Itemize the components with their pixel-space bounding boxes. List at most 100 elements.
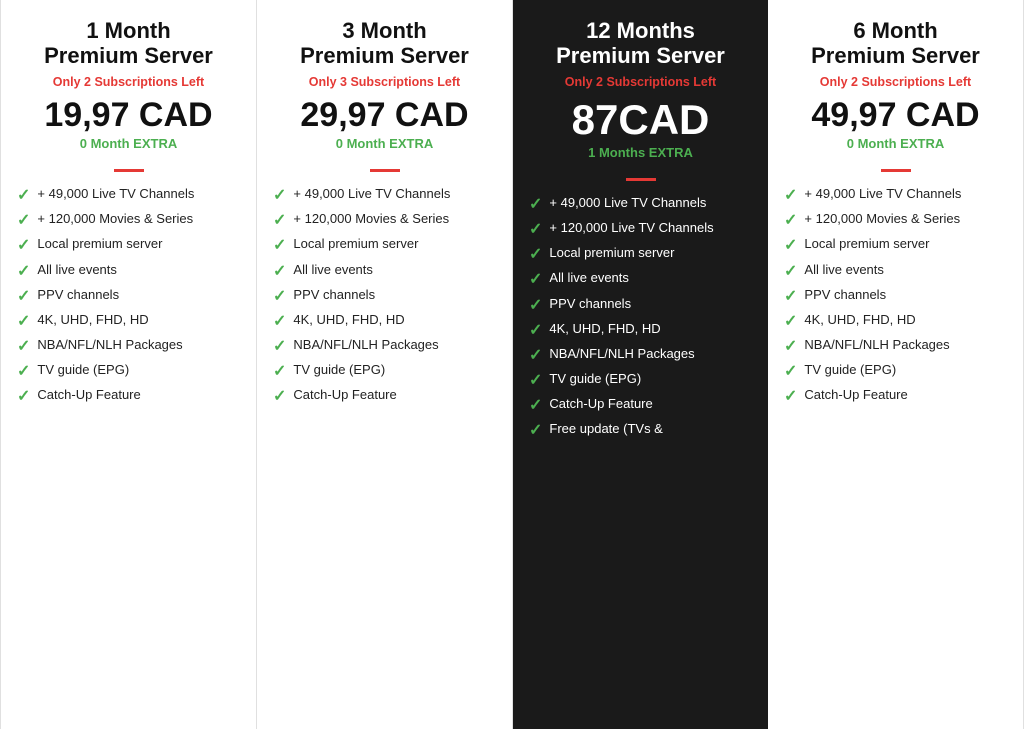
check-icon: ✓ [784, 287, 797, 306]
check-icon: ✓ [273, 337, 286, 356]
feature-text: Local premium server [293, 236, 496, 253]
check-icon: ✓ [529, 371, 542, 390]
list-item: ✓All live events [273, 262, 496, 281]
check-icon: ✓ [784, 387, 797, 406]
check-icon: ✓ [17, 236, 30, 255]
check-icon: ✓ [17, 186, 30, 205]
feature-text: Local premium server [37, 236, 240, 253]
feature-text: 4K, UHD, FHD, HD [804, 312, 1007, 329]
feature-text: NBA/NFL/NLH Packages [293, 337, 496, 354]
feature-text: NBA/NFL/NLH Packages [549, 346, 752, 363]
check-icon: ✓ [273, 287, 286, 306]
feature-text: Local premium server [804, 236, 1007, 253]
feature-text: Local premium server [549, 245, 752, 262]
feature-text: TV guide (EPG) [37, 362, 240, 379]
feature-text: PPV channels [549, 296, 752, 313]
list-item: ✓PPV channels [529, 296, 752, 315]
plan-col-12month: 12 MonthsPremium Server Only 2 Subscripti… [513, 0, 768, 729]
price-3month: 29,97 CAD [273, 97, 496, 134]
check-icon: ✓ [529, 321, 542, 340]
list-item: ✓ Local premium server [529, 245, 752, 264]
list-item: ✓ Catch-Up Feature [784, 387, 1007, 406]
feature-text: PPV channels [804, 287, 1007, 304]
list-item: ✓4K, UHD, FHD, HD [529, 321, 752, 340]
check-icon: ✓ [17, 312, 30, 331]
list-item: ✓ TV guide (EPG) [529, 371, 752, 390]
extra-months-6month: 0 Month EXTRA [784, 136, 1007, 151]
check-icon: ✓ [273, 211, 286, 230]
extra-months-3month: 0 Month EXTRA [273, 136, 496, 151]
check-icon: ✓ [17, 337, 30, 356]
list-item: ✓ Catch-Up Feature [273, 387, 496, 406]
feature-text: Catch-Up Feature [549, 396, 752, 413]
check-icon: ✓ [529, 245, 542, 264]
list-item: ✓ PPV channels [784, 287, 1007, 306]
list-item: ✓Catch-Up Feature [17, 387, 240, 406]
list-item: ✓ NBA/NFL/NLH Packages [529, 346, 752, 365]
check-icon: ✓ [784, 312, 797, 331]
check-icon: ✓ [273, 262, 286, 281]
feature-text: 4K, UHD, FHD, HD [37, 312, 240, 329]
feature-text: TV guide (EPG) [549, 371, 752, 388]
check-icon: ✓ [529, 220, 542, 239]
subscriptions-left-12month: Only 2 Subscriptions Left [529, 75, 752, 89]
feature-text: TV guide (EPG) [804, 362, 1007, 379]
price-6month: 49,97 CAD [784, 97, 1007, 134]
list-item: ✓+ 120,000 Live TV Channels [529, 220, 752, 239]
list-item: ✓ Local premium server [17, 236, 240, 255]
list-item: ✓+ 49,000 Live TV Channels [273, 186, 496, 205]
feature-text: + 49,000 Live TV Channels [804, 186, 1007, 203]
list-item: ✓+ 49,000 Live TV Channels [784, 186, 1007, 205]
feature-text: + 49,000 Live TV Channels [37, 186, 240, 203]
features-list-12month: ✓+ 49,000 Live TV Channels✓+ 120,000 Liv… [529, 195, 752, 441]
list-item: ✓ + 49,000 Live TV Channels [17, 186, 240, 205]
plan-title-1month: 1 MonthPremium Server [17, 18, 240, 69]
feature-text: All live events [37, 262, 240, 279]
list-item: ✓All live events [17, 262, 240, 281]
check-icon: ✓ [784, 262, 797, 281]
list-item: ✓ Catch-Up Feature [529, 396, 752, 415]
divider-1month [114, 169, 144, 172]
list-item: ✓+ 120,000 Movies & Series [17, 211, 240, 230]
list-item: ✓ TV guide (EPG) [784, 362, 1007, 381]
extra-months-1month: 0 Month EXTRA [17, 136, 240, 151]
check-icon: ✓ [784, 362, 797, 381]
divider-12month [626, 178, 656, 181]
feature-text: Catch-Up Feature [804, 387, 1007, 404]
feature-text: Catch-Up Feature [37, 387, 240, 404]
check-icon: ✓ [529, 346, 542, 365]
check-icon: ✓ [17, 211, 30, 230]
feature-text: Catch-Up Feature [293, 387, 496, 404]
price-12month: 87CAD [529, 97, 752, 143]
plan-col-1month: 1 MonthPremium ServerOnly 2 Subscription… [0, 0, 257, 729]
check-icon: ✓ [784, 337, 797, 356]
check-icon: ✓ [273, 387, 286, 406]
list-item: ✓+ 120,000 Movies & Series [784, 211, 1007, 230]
feature-text: + 120,000 Movies & Series [293, 211, 496, 228]
features-list-3month: ✓+ 49,000 Live TV Channels✓+ 120,000 Mov… [273, 186, 496, 407]
list-item: ✓ 4K, UHD, FHD, HD [784, 312, 1007, 331]
check-icon: ✓ [529, 421, 542, 440]
plan-col-6month: 6 MonthPremium ServerOnly 2 Subscription… [768, 0, 1024, 729]
list-item: ✓PPV channels [17, 287, 240, 306]
feature-text: NBA/NFL/NLH Packages [804, 337, 1007, 354]
feature-text: TV guide (EPG) [293, 362, 496, 379]
features-list-1month: ✓ + 49,000 Live TV Channels ✓+ 120,000 Mov… [17, 186, 240, 407]
feature-text: + 49,000 Live TV Channels [293, 186, 496, 203]
plan-col-3month: 3 MonthPremium ServerOnly 3 Subscription… [257, 0, 513, 729]
check-icon: ✓ [784, 236, 797, 255]
features-list-6month: ✓+ 49,000 Live TV Channels✓+ 120,000 Mov… [784, 186, 1007, 407]
list-item: ✓NBA/NFL/NLH Packages [17, 337, 240, 356]
subscriptions-left-3month: Only 3 Subscriptions Left [273, 75, 496, 89]
list-item: ✓ NBA/NFL/NLH Packages [273, 337, 496, 356]
feature-text: PPV channels [293, 287, 496, 304]
feature-text: + 120,000 Movies & Series [804, 211, 1007, 228]
list-item: ✓Local premium server [273, 236, 496, 255]
plan-title-12month: 12 MonthsPremium Server [529, 18, 752, 69]
check-icon: ✓ [529, 396, 542, 415]
list-item: ✓ + 120,000 Movies & Series [273, 211, 496, 230]
list-item: ✓ NBA/NFL/NLH Packages [784, 337, 1007, 356]
list-item: ✓TV guide (EPG) [17, 362, 240, 381]
subscriptions-left-6month: Only 2 Subscriptions Left [784, 75, 1007, 89]
list-item: ✓Free update (TVs & [529, 421, 752, 440]
